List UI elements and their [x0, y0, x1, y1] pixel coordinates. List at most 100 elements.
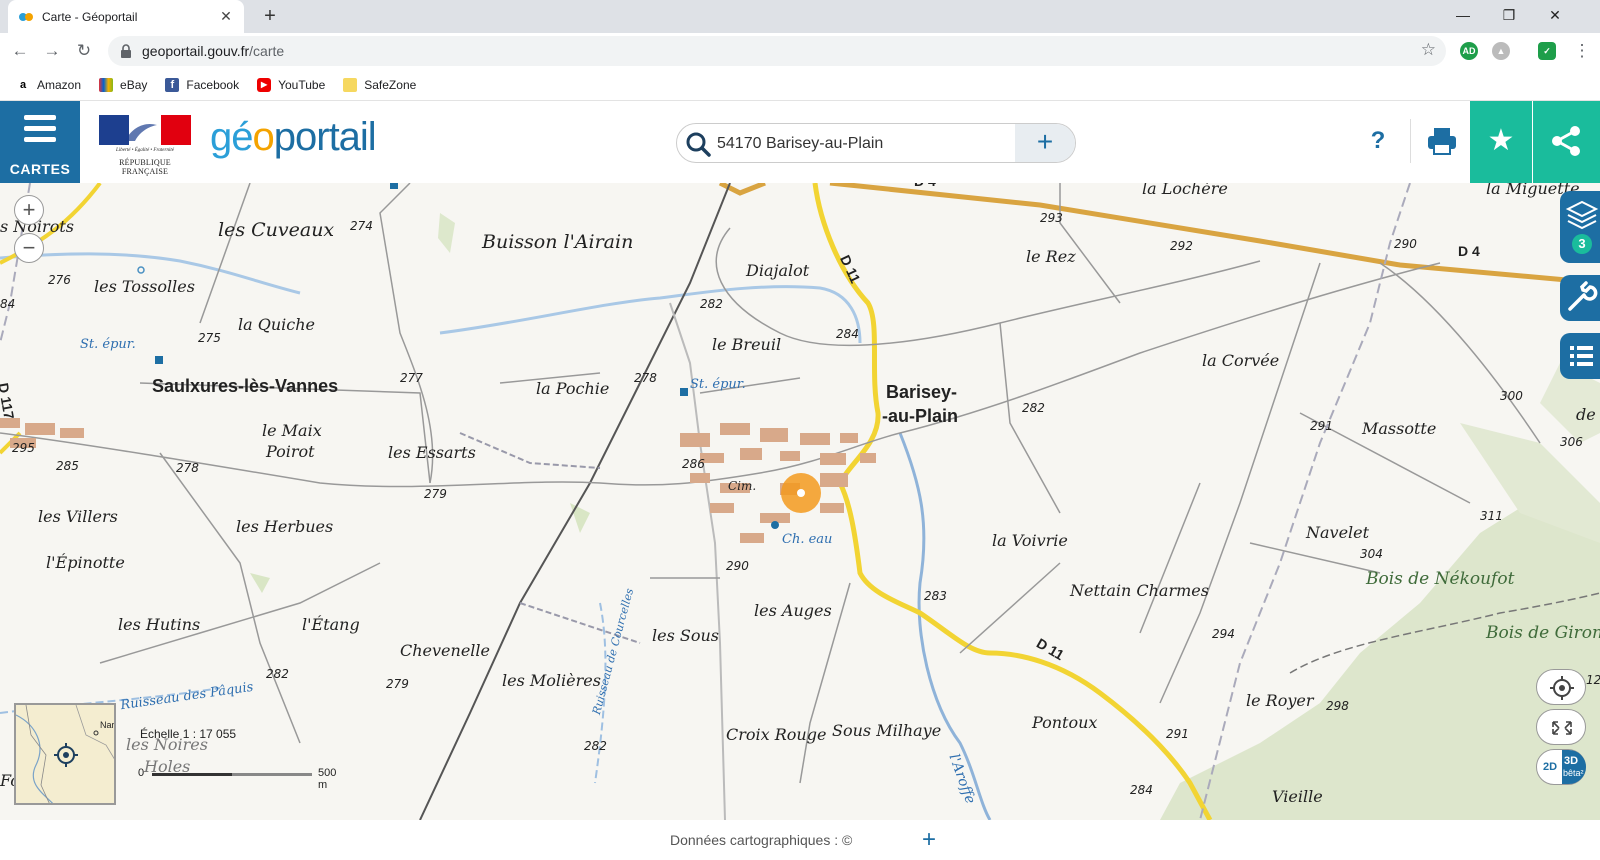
maximize-button[interactable]: ❐ [1486, 0, 1532, 30]
layers-icon [1565, 200, 1599, 254]
forward-button[interactable]: → [38, 37, 66, 65]
map-credits: Données cartographiques : © [670, 832, 853, 848]
scale-zero: 0 [138, 767, 145, 779]
view-2d-3d-toggle[interactable]: 2D 3D bêta² [1536, 749, 1586, 785]
altitude-label: 277 [400, 371, 423, 385]
bookmark-safezone[interactable]: SafeZone [343, 77, 416, 92]
minimap-position-icon [54, 743, 78, 767]
facebook-icon: f [165, 77, 180, 92]
print-icon[interactable] [1424, 123, 1460, 159]
tab-close-icon[interactable]: ✕ [218, 8, 234, 25]
bookmark-amazon[interactable]: a Amazon [16, 78, 81, 92]
bookmark-star-icon[interactable]: ☆ [1421, 40, 1436, 60]
map-canvas[interactable]: s Noirots les Cuveaux Buisson l'Airain D… [0, 183, 1600, 820]
place-label: les Auges [754, 601, 832, 620]
zoom-in-button[interactable]: + [14, 195, 44, 225]
altitude-label: 294 [1212, 627, 1235, 641]
zoom-out-button[interactable]: − [14, 233, 44, 263]
place-label: le Rez [1026, 247, 1076, 266]
place-label: les Molières [502, 671, 601, 690]
place-label: la Lochère [1142, 183, 1228, 198]
altitude-label: 300 [1500, 389, 1523, 403]
place-label: Poirot [266, 442, 315, 461]
favorites-star-button[interactable]: ★ [1470, 101, 1532, 183]
place-label: Croix Rouge [726, 725, 827, 744]
forest-label: Bois de Nékoufot [1366, 569, 1515, 589]
altitude-label: 282 [584, 739, 607, 753]
place-label: Nettain Charmes [1070, 581, 1209, 600]
adguard-extension-icon[interactable]: AD [1460, 42, 1478, 60]
credits-expand-button[interactable]: + [922, 826, 936, 854]
folder-icon [343, 77, 358, 92]
republique-francaise-logo: Liberté • Égalité • Fraternité RÉPUBLIQU… [99, 115, 191, 176]
town-label-barisey-2: -au-Plain [882, 406, 959, 426]
search-input[interactable] [717, 132, 1007, 156]
browser-toolbar: ← → ↻ geoportail.gouv.fr/carte ☆ AD ▲ ✓ … [0, 33, 1600, 69]
help-button[interactable]: ? [1362, 125, 1394, 157]
altitude-label: 286 [682, 457, 705, 471]
search-icon[interactable] [685, 131, 711, 157]
altitude-label: 290 [1394, 237, 1417, 251]
layer-count-badge: 3 [1578, 236, 1586, 251]
forest-label: Bois de Giron [1486, 623, 1600, 643]
place-label: les Essarts [388, 443, 476, 462]
header-divider [1410, 119, 1411, 163]
altitude-label: 298 [1326, 699, 1349, 713]
reload-button[interactable]: ↻ [70, 37, 98, 65]
advanced-search-button[interactable]: + [1015, 124, 1075, 162]
altitude-label: 283 [924, 589, 947, 603]
altitude-label: 279 [424, 487, 447, 501]
rf-name: RÉPUBLIQUE FRANÇAISE [119, 158, 171, 176]
tools-tab[interactable] [1560, 275, 1600, 321]
close-window-button[interactable]: ✕ [1532, 0, 1578, 30]
fullscreen-button[interactable] [1536, 709, 1586, 745]
browser-tab[interactable]: Carte - Géoportail ✕ [8, 0, 244, 33]
place-label: Chevenelle [400, 641, 490, 660]
map-footer: Données cartographiques : © + [0, 820, 1600, 860]
browser-tab-strip: Carte - Géoportail ✕ + — ❐ ✕ [0, 0, 1600, 33]
altitude-label: 282 [1022, 401, 1045, 415]
mode-2d-label[interactable]: 2D [1543, 761, 1557, 773]
shield-extension-icon[interactable]: ✓ [1538, 42, 1556, 60]
maps-menu-button[interactable]: CARTES [0, 101, 80, 183]
rf-motto: Liberté • Égalité • Fraternité [116, 148, 174, 153]
share-button[interactable] [1533, 101, 1600, 183]
lock-icon [120, 44, 132, 58]
amazon-icon: a [19, 78, 27, 91]
bookmark-youtube[interactable]: ▶ YouTube [257, 77, 325, 92]
back-button[interactable]: ← [6, 37, 34, 65]
geolocate-button[interactable] [1536, 669, 1586, 705]
place-label: la Voivrie [992, 531, 1068, 550]
geoportail-header: CARTES Liberté • Égalité • Fraternité RÉ… [0, 101, 1600, 183]
legend-tab[interactable] [1560, 333, 1600, 379]
town-label-saulxures: Saulxures-lès-Vannes [152, 376, 339, 396]
place-label: la Quiche [238, 315, 316, 334]
place-label: la Corvée [1202, 351, 1280, 370]
place-label: les Cuveaux [218, 219, 335, 241]
altitude-label: 278 [634, 371, 657, 385]
address-bar[interactable]: geoportail.gouv.fr/carte ☆ [108, 36, 1446, 66]
place-label: Vieille [1272, 787, 1323, 806]
road-label: D 4 [1458, 243, 1480, 259]
geoportail-logo[interactable]: géoportail [210, 115, 377, 160]
altitude-label: 306 [1560, 435, 1583, 449]
place-label: Diajalot [746, 261, 810, 280]
browser-menu-icon[interactable]: ⋮ [1568, 37, 1596, 65]
hamburger-icon [24, 115, 56, 148]
drive-extension-icon[interactable]: ▲ [1492, 42, 1510, 60]
water-label: St. épur. [80, 337, 136, 352]
place-label: la Pochie [536, 379, 610, 398]
bookmark-ebay[interactable]: eBay [99, 77, 147, 92]
map-scale: Échelle 1 : 17 055 0 500 m [138, 727, 336, 791]
altitude-label: 291 [1310, 419, 1333, 433]
altitude-label: 290 [726, 559, 749, 573]
new-tab-button[interactable]: + [258, 4, 282, 28]
place-label: les Herbues [236, 517, 334, 536]
layers-tab[interactable]: 3 [1560, 191, 1600, 263]
place-label: Buisson l'Airain [482, 231, 634, 253]
overview-minimap[interactable]: Nar [14, 703, 116, 805]
minimize-button[interactable]: — [1440, 0, 1486, 30]
youtube-icon: ▶ [257, 77, 272, 92]
place-label: Pontoux [1032, 713, 1098, 732]
bookmark-facebook[interactable]: f Facebook [165, 77, 239, 92]
